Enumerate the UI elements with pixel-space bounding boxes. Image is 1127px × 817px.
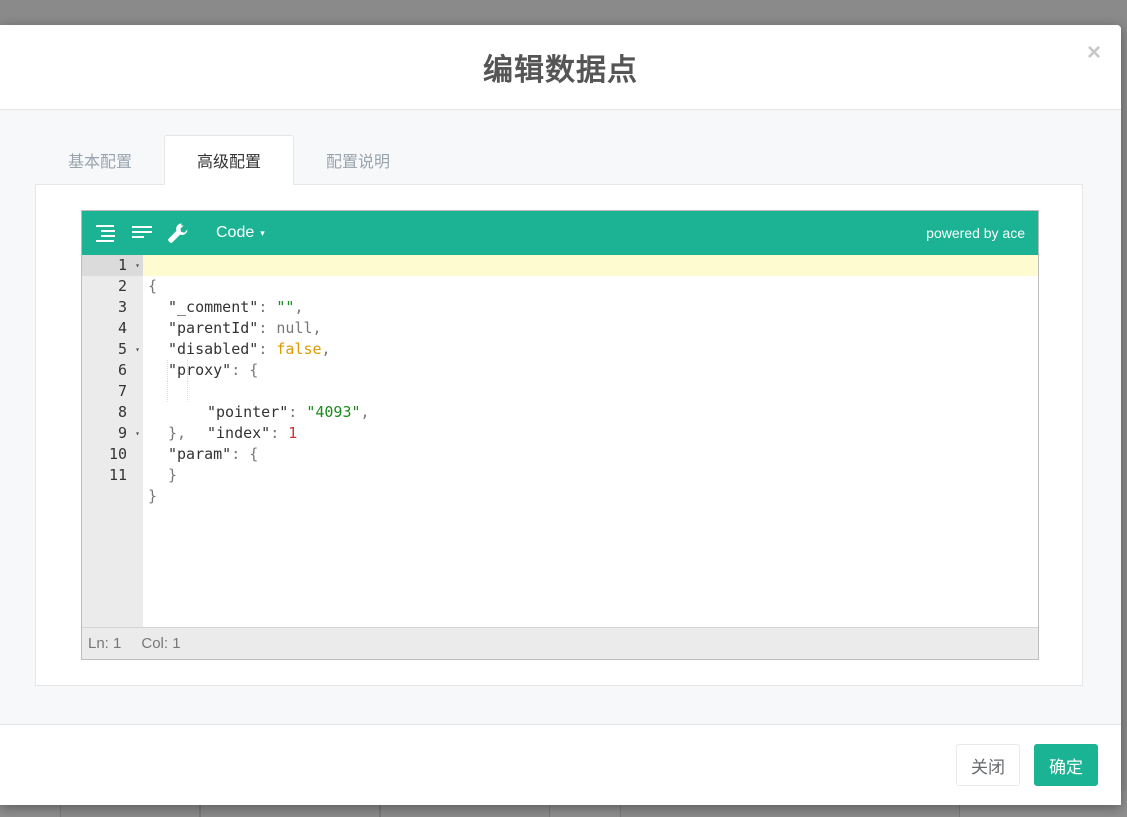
line-number: 4 <box>117 319 127 337</box>
repair-icon[interactable] <box>166 221 190 245</box>
close-button[interactable]: 关闭 <box>956 744 1020 786</box>
editor-toolbar: Code ▾ powered by ace <box>82 211 1038 255</box>
chevron-down-icon: ▾ <box>260 227 265 238</box>
code-line: } <box>148 487 158 505</box>
fold-icon[interactable]: ▾ <box>135 423 140 444</box>
code-editor-area[interactable]: { "_comment": "", "parentId": null, "dis… <box>143 255 1038 627</box>
compact-icon[interactable] <box>130 221 154 245</box>
line-number: 5 ▾ <box>117 339 140 360</box>
line-number-gutter: 1 ▾ 2 3 4 5 ▾ 6 7 8 9 ▾ 10 11 <box>82 255 143 627</box>
code-line: "_comment": "", <box>168 298 304 316</box>
mode-dropdown[interactable]: Code ▾ <box>216 224 265 242</box>
line-number: 2 <box>117 277 127 295</box>
fold-icon[interactable]: ▾ <box>135 339 140 360</box>
cursor-column: Col: 1 <box>141 635 181 652</box>
modal-body: 基本配置 高级配置 配置说明 Code ▾ powered by ace 1 ▾… <box>0 110 1121 724</box>
code-line: "disabled": false, <box>168 340 331 358</box>
code-line: }, <box>168 424 187 442</box>
line-number: 9 ▾ <box>117 423 140 444</box>
line-number: 7 <box>117 382 127 400</box>
line-number: 3 <box>117 298 127 316</box>
tab-config-help[interactable]: 配置说明 <box>294 135 422 185</box>
edit-datapoint-modal: 编辑数据点 × 基本配置 高级配置 配置说明 Code ▾ powered by… <box>0 25 1121 805</box>
close-icon[interactable]: × <box>1087 39 1101 67</box>
code-line: { <box>143 255 1038 295</box>
line-number: 8 <box>117 403 127 421</box>
confirm-button[interactable]: 确定 <box>1034 744 1098 786</box>
editor-statusbar: Ln: 1 Col: 1 <box>82 627 1038 659</box>
fold-icon[interactable]: ▾ <box>135 255 140 276</box>
modal-footer: 关闭 确定 <box>0 724 1121 805</box>
code-line: "param": { <box>168 445 259 463</box>
modal-header: 编辑数据点 × <box>0 25 1121 110</box>
tab-basic-config[interactable]: 基本配置 <box>36 135 164 185</box>
code-line: "pointer": "4093", <box>143 360 1038 421</box>
code-line: "index": 1 <box>143 381 1038 442</box>
code-line: } <box>168 466 178 484</box>
powered-by-link[interactable]: powered by ace <box>926 225 1025 241</box>
json-editor: Code ▾ powered by ace 1 ▾ 2 3 4 5 ▾ 6 7 8 … <box>81 210 1039 660</box>
line-number: 1 ▾ <box>82 255 143 276</box>
modal-title: 编辑数据点 <box>483 53 638 88</box>
mode-label: Code <box>216 224 255 241</box>
tab-panel-advanced: Code ▾ powered by ace 1 ▾ 2 3 4 5 ▾ 6 7 8 … <box>35 184 1083 686</box>
cursor-line: Ln: 1 <box>88 635 122 652</box>
tab-bar: 基本配置 高级配置 配置说明 <box>36 135 422 185</box>
line-number: 11 <box>108 466 127 484</box>
tab-advanced-config[interactable]: 高级配置 <box>164 135 295 185</box>
format-icon[interactable] <box>94 221 118 245</box>
code-line: "parentId": null, <box>168 319 322 337</box>
line-number: 10 <box>108 445 127 463</box>
code-line: "proxy": { <box>168 361 259 379</box>
line-number: 6 <box>117 361 127 379</box>
